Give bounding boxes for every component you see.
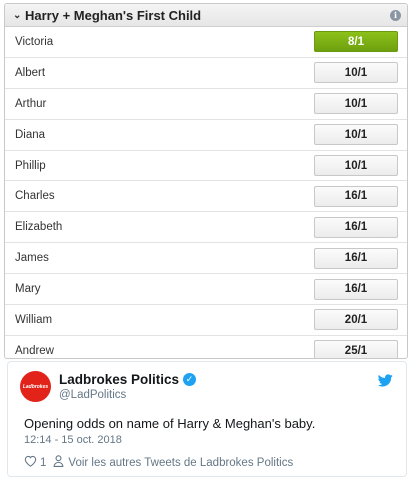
heart-icon[interactable] <box>24 455 37 470</box>
odds-button[interactable]: 20/1 <box>314 309 398 331</box>
avatar-logo-text: Ladbrokes <box>22 383 49 390</box>
runner-row: Victoria 8/1 <box>5 27 407 58</box>
more-tweets-link[interactable]: Voir les autres Tweets de Ladbrokes Poli… <box>68 457 293 469</box>
runner-row: Charles 16/1 <box>5 181 407 213</box>
runner-row: William 20/1 <box>5 305 407 336</box>
runner-name: William <box>15 313 53 326</box>
runner-row: Andrew 25/1 <box>5 336 407 358</box>
embedded-tweet: Ladbrokes Ladbrokes Politics ✓ @LadPolit… <box>7 361 407 477</box>
runner-list: Victoria 8/1 Albert 10/1 Arthur 10/1 Diana 10/1… <box>5 27 407 358</box>
odds-button[interactable]: 16/1 <box>314 185 398 207</box>
odds-button[interactable]: 10/1 <box>314 93 398 115</box>
runner-row: Phillip 10/1 <box>5 151 407 182</box>
twitter-bird-icon[interactable] <box>377 374 393 392</box>
odds-button[interactable]: 8/1 <box>314 31 398 53</box>
runner-name: Phillip <box>15 159 46 172</box>
runner-name: Albert <box>15 66 46 79</box>
runner-name: Charles <box>15 190 55 203</box>
runner-name: Andrew <box>15 344 54 357</box>
odds-button[interactable]: 10/1 <box>314 62 398 84</box>
odds-card: ⌄ Harry + Meghan's First Child i Victori… <box>4 3 408 359</box>
runner-name: Mary <box>15 283 41 296</box>
market-title: Harry + Meghan's First Child <box>25 7 202 23</box>
runner-name: Victoria <box>15 35 54 48</box>
odds-button[interactable]: 16/1 <box>314 247 398 269</box>
runner-name: Diana <box>15 128 46 141</box>
tweet-actions: 1 Voir les autres Tweets de Ladbrokes Po… <box>24 455 293 470</box>
runner-row: Mary 16/1 <box>5 274 407 306</box>
tweet-author[interactable]: Ladbrokes Politics ✓ <box>59 372 197 387</box>
runner-row: Diana 10/1 <box>5 120 407 151</box>
like-count: 1 <box>40 456 47 469</box>
author-display-name[interactable]: Ladbrokes Politics <box>59 372 179 387</box>
author-handle[interactable]: @LadPolitics <box>59 389 126 401</box>
runner-row: James 16/1 <box>5 243 407 275</box>
odds-button[interactable]: 10/1 <box>314 155 398 176</box>
runner-name: Arthur <box>15 97 47 110</box>
verified-badge-icon: ✓ <box>183 373 197 386</box>
tweet-timestamp[interactable]: 12:14 - 15 oct. 2018 <box>24 434 122 446</box>
odds-button[interactable]: 10/1 <box>314 124 398 146</box>
odds-button[interactable]: 16/1 <box>314 216 398 238</box>
runner-name: Elizabeth <box>15 221 63 234</box>
runner-row: Elizabeth 16/1 <box>5 212 407 244</box>
market-header[interactable]: ⌄ Harry + Meghan's First Child i <box>5 4 407 27</box>
avatar[interactable]: Ladbrokes <box>20 371 51 402</box>
odds-button[interactable]: 25/1 <box>314 340 398 358</box>
runner-name: James <box>15 252 49 265</box>
info-icon[interactable]: i <box>390 9 401 21</box>
runner-row: Arthur 10/1 <box>5 89 407 120</box>
runner-row: Albert 10/1 <box>5 58 407 89</box>
user-icon[interactable] <box>53 455 64 470</box>
odds-button[interactable]: 16/1 <box>314 278 398 300</box>
chevron-down-icon[interactable]: ⌄ <box>13 10 25 21</box>
tweet-text: Opening odds on name of Harry & Meghan's… <box>24 416 316 431</box>
